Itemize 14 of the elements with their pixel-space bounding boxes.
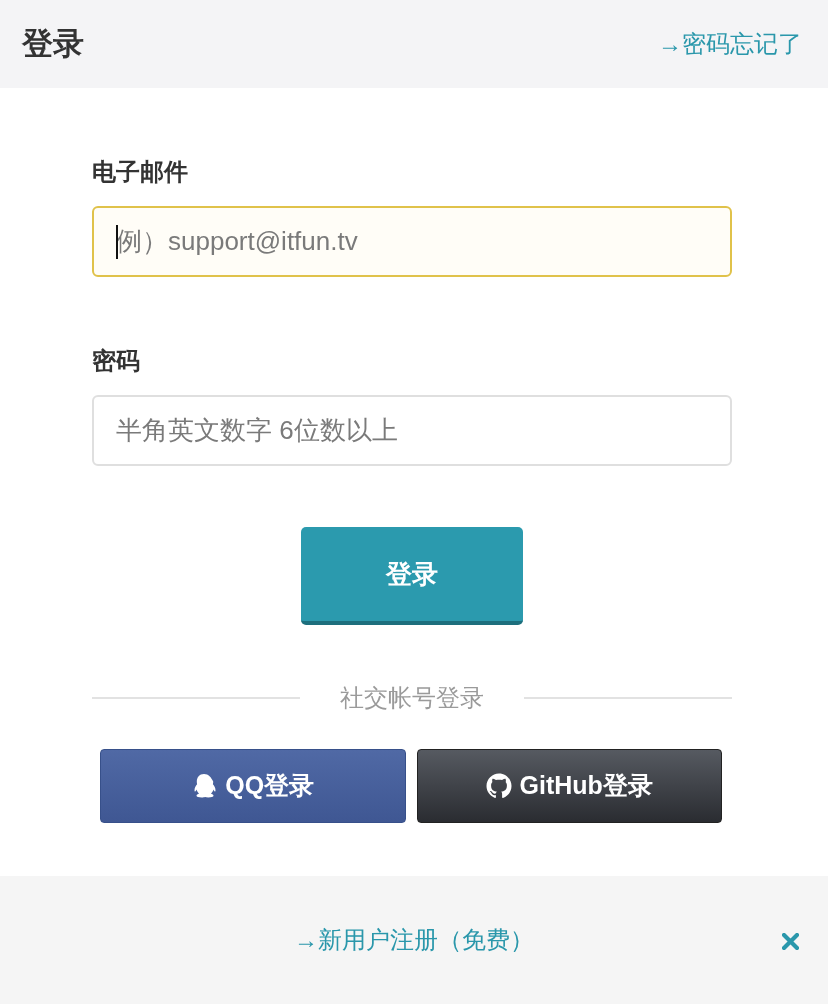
login-button[interactable]: 登录 — [301, 527, 523, 625]
page-title: 登录 — [22, 25, 84, 63]
input-field[interactable]: 半角英文数字 6位数以上 — [92, 395, 732, 466]
github-login-button[interactable]: GitHub登录 — [416, 749, 722, 823]
close-icon[interactable] — [782, 933, 799, 950]
register-link[interactable]: →新用户注册（免费） — [294, 925, 534, 955]
qq-login-button[interactable]: QQ登录 — [100, 749, 406, 823]
field-label: 密码 — [92, 346, 140, 376]
input-field[interactable]: 例）support@itfun.tv — [92, 206, 732, 277]
forgot-password-link[interactable]: →密码忘记了 — [658, 29, 802, 59]
divider-label: 社交帐号登录 — [339, 683, 485, 713]
field-label: 电子邮件 — [92, 157, 188, 187]
text-cursor — [116, 225, 118, 259]
cat-silhouette-icon — [485, 773, 512, 799]
